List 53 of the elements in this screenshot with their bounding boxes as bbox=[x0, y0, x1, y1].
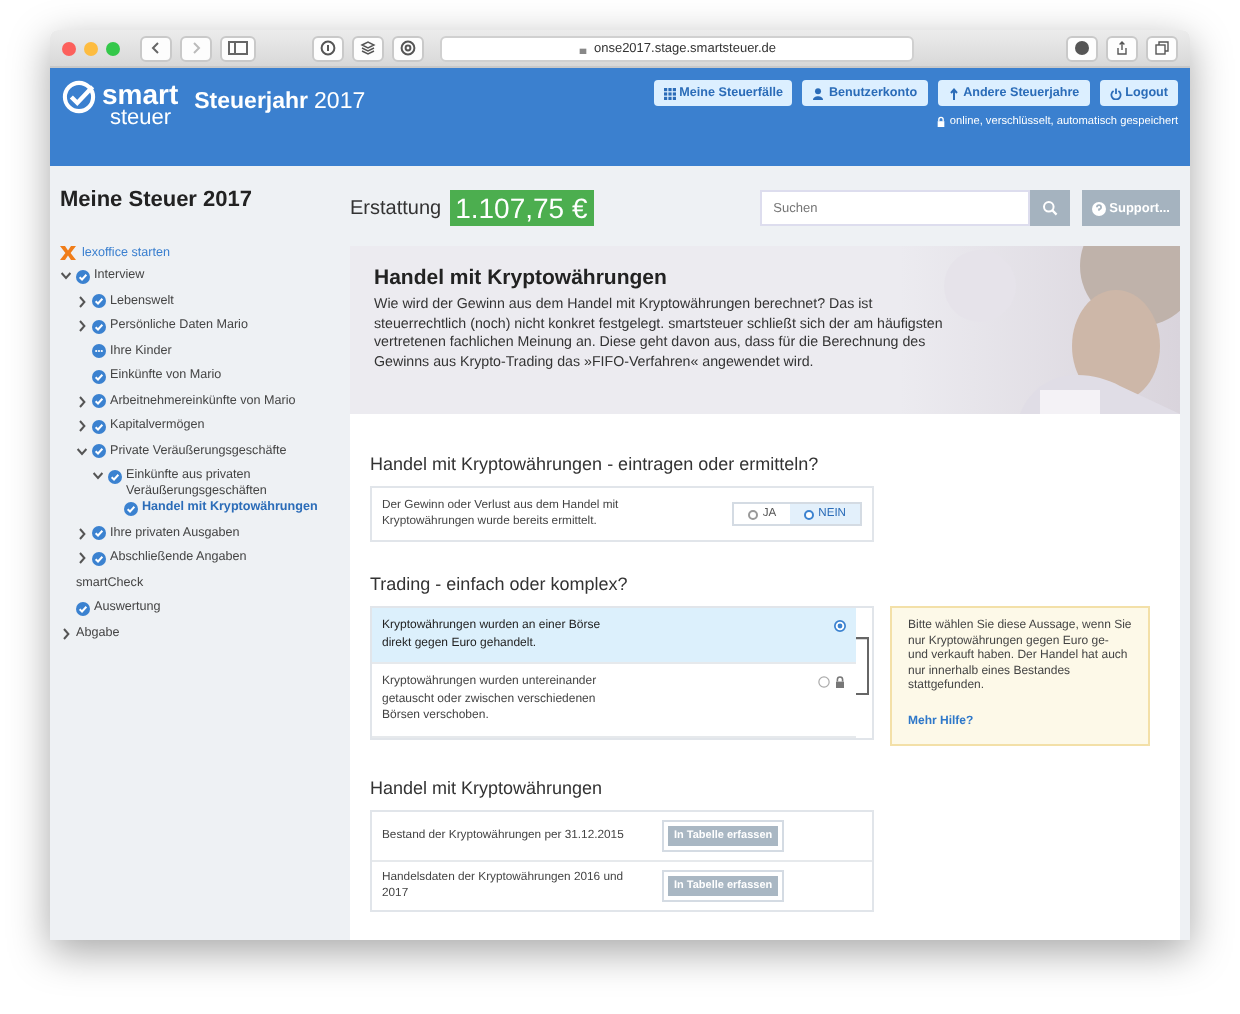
help-icon bbox=[1091, 201, 1106, 215]
check-circle-icon bbox=[92, 444, 106, 458]
power-icon bbox=[1109, 87, 1122, 99]
lock-icon bbox=[935, 116, 946, 128]
info-icon[interactable] bbox=[312, 35, 344, 61]
page-title: Steuerjahr 2017 bbox=[194, 88, 366, 118]
hero-title: Handel mit Kryptowährungen bbox=[374, 266, 669, 290]
section-heading: Trading - einfach oder komplex? bbox=[370, 574, 630, 594]
chevron-icon[interactable] bbox=[92, 468, 104, 484]
chevron-icon[interactable] bbox=[76, 525, 88, 541]
check-circle-icon bbox=[92, 551, 106, 565]
chevron-icon[interactable] bbox=[76, 293, 88, 309]
logo-check-icon bbox=[62, 80, 96, 114]
chevron-icon[interactable] bbox=[60, 268, 72, 284]
refund-amount: 1.107,75 € bbox=[449, 190, 594, 226]
chevron-right-icon bbox=[188, 40, 204, 56]
sidebar-button[interactable] bbox=[220, 35, 256, 61]
sidebar-icon bbox=[228, 40, 248, 56]
check-circle-icon bbox=[108, 469, 122, 483]
section-heading: Handel mit Kryptowährungen bbox=[370, 777, 605, 798]
chevron-icon[interactable] bbox=[76, 318, 88, 334]
tabs-icon[interactable] bbox=[1146, 35, 1178, 61]
chevron-icon[interactable] bbox=[76, 393, 88, 409]
chevron-icon[interactable] bbox=[76, 550, 88, 566]
check-circle-icon bbox=[92, 319, 106, 333]
check-circle-icon bbox=[92, 394, 106, 408]
person-icon bbox=[812, 87, 825, 99]
section-heading: Handel mit Kryptowährungen - eintragen oder ermitteln? bbox=[370, 454, 821, 474]
search-icon bbox=[1041, 200, 1058, 216]
radio-icon[interactable] bbox=[834, 620, 846, 632]
share-icon[interactable] bbox=[1106, 35, 1138, 61]
check-circle-icon bbox=[92, 294, 106, 308]
arrow-up-icon bbox=[947, 87, 960, 99]
check-circle-icon bbox=[124, 501, 138, 515]
chevron-icon[interactable] bbox=[60, 625, 72, 641]
radio-icon[interactable] bbox=[818, 676, 830, 688]
chevron-icon[interactable] bbox=[76, 443, 88, 459]
logo-text: smart bbox=[102, 80, 179, 108]
refund-label: Erstattung bbox=[350, 197, 442, 219]
dots-circle-icon bbox=[92, 344, 106, 358]
layers-icon[interactable] bbox=[352, 35, 384, 61]
check-circle-icon bbox=[92, 526, 106, 540]
check-circle-icon bbox=[92, 369, 106, 383]
sidebar-title: Meine Steuer 2017 bbox=[60, 188, 254, 212]
check-circle-icon bbox=[76, 269, 90, 283]
check-circle-icon bbox=[76, 601, 90, 615]
x-logo-icon bbox=[60, 246, 76, 260]
chevron-left-icon bbox=[148, 40, 164, 56]
grid-icon bbox=[663, 87, 676, 99]
chevron-icon[interactable] bbox=[76, 418, 88, 434]
check-circle-icon bbox=[92, 419, 106, 433]
back-button[interactable] bbox=[140, 35, 172, 61]
logo-text: steuer bbox=[110, 108, 174, 130]
